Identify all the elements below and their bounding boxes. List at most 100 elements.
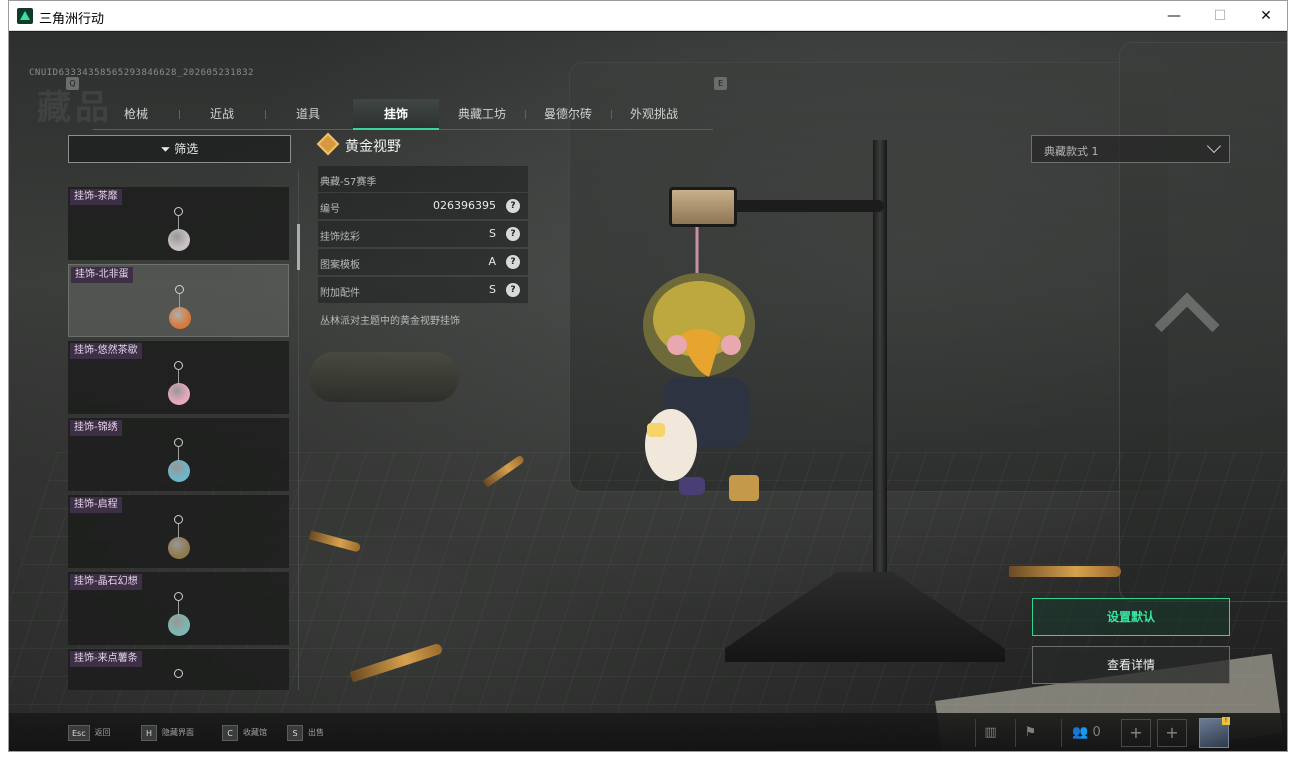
chevron-down-icon [1206,138,1222,154]
charm-thumbnail [166,207,192,257]
hint-collection-hall[interactable]: C 收藏馆 [222,725,267,741]
window-titlebar: 三角洲行动 — ☐ ✕ [9,1,1287,31]
charm-list: 挂饰-茶靡 挂饰-北非蛋 挂饰-悠然茶歇 挂饰-锦绣 挂饰-启程 挂饰-晶石幻想 [68,170,291,690]
list-item-label: 挂饰-锦绣 [70,420,122,436]
filter-label: 筛选 [174,142,199,156]
close-button[interactable]: ✕ [1243,1,1287,31]
detail-value: S [489,227,496,240]
detail-row-pattern: 图案模板 A ? [318,249,528,276]
detail-row-serial: 编号 026396395 ? [318,193,528,220]
help-icon[interactable]: ? [506,199,520,213]
charm-name-text: 黄金视野 [345,139,401,155]
hint-key: C [222,725,238,741]
charm-thumbnail [166,438,192,488]
list-item-label: 挂饰-茶靡 [70,189,122,205]
tab-charms[interactable]: 挂饰 [353,99,439,130]
grenade-decor [309,352,459,402]
detail-value: S [489,283,496,296]
detail-key: 编号 [320,204,340,215]
hint-label: 出售 [308,728,324,737]
prev-tab-key[interactable]: Q [66,77,79,90]
friends-count: 0 [1092,725,1101,740]
detail-row-color: 挂饰炫彩 S ? [318,221,528,248]
item-2-body [168,383,190,405]
flag-icon[interactable]: ⚑ [1015,719,1045,747]
detail-value: A [488,255,496,268]
item-3-body [168,460,190,482]
list-item[interactable]: 挂饰-来点薯条 [68,649,289,690]
friends-button[interactable]: 👥 0 [1061,719,1111,747]
hint-hide-ui[interactable]: H 隐藏界面 [141,725,194,741]
list-item[interactable]: 挂饰-悠然茶歇 [68,341,289,414]
hint-back[interactable]: Esc 返回 [68,725,111,741]
list-item[interactable]: 挂饰-晶石幻想 [68,572,289,645]
list-item-label: 挂饰-来点薯条 [70,651,142,667]
detail-key: 附加配件 [320,288,360,299]
category-tabs: 枪械 近战 道具 挂饰 典藏工坊 曼德尔砖 外观挑战 [93,99,713,130]
tab-guns[interactable]: 枪械 [93,99,179,130]
hint-sell[interactable]: S 出售 [287,725,324,741]
stats-icon[interactable]: ▥ [975,719,1005,747]
variant-dropdown[interactable]: 典藏款式 1 [1031,135,1230,163]
charm-thumbnail [166,361,192,411]
tab-mandel-brick[interactable]: 曼德尔砖 [525,99,611,130]
filter-icon: ⏷ [160,142,175,156]
detail-value: 026396395 [433,199,496,212]
charm-thumbnail [167,285,193,335]
hint-key: S [287,725,303,741]
set-default-button[interactable]: 设置默认 [1032,598,1230,636]
bottom-bar: Esc 返回 H 隐藏界面 C 收藏馆 S 出售 ▥ ⚑ 👥 0 + + ! [9,713,1287,751]
hint-key: Esc [68,725,90,741]
item-1-body [169,307,191,329]
game-window: 三角洲行动 — ☐ ✕ CNUID63334358565293846628_20… [8,0,1288,752]
detail-key: 挂饰炫彩 [320,232,360,243]
minimize-button[interactable]: — [1151,1,1197,31]
item-5-body [168,614,190,636]
list-item-label: 挂饰-北非蛋 [71,267,133,283]
maximize-button[interactable]: ☐ [1197,1,1243,31]
view-detail-button[interactable]: 查看详情 [1032,646,1230,684]
next-tab-key[interactable]: E [714,77,727,90]
variant-selected: 典藏款式 1 [1044,145,1099,158]
list-item[interactable]: 挂饰-启程 [68,495,289,568]
tab-workshop[interactable]: 典藏工坊 [439,99,525,130]
tab-items[interactable]: 道具 [265,99,351,130]
avatar[interactable]: ! [1199,717,1230,748]
detail-row-attachment: 附加配件 S ? [318,277,528,304]
list-item[interactable]: 挂饰-茶靡 [68,187,289,260]
rarity-diamond-icon [316,132,340,156]
list-item[interactable]: 挂饰-锦绣 [68,418,289,491]
hint-key: H [141,725,157,741]
help-icon[interactable]: ? [506,255,520,269]
series-row: 典藏-S7赛季 [318,166,528,193]
filter-button[interactable]: ⏷ 筛选 [68,135,291,163]
item-4-body [168,537,190,559]
player-uid: CNUID63334358565293846628_202605231832 [29,68,254,78]
list-item-label: 挂饰-启程 [70,497,122,513]
avatar-badge: ! [1222,717,1230,725]
list-scrollbar[interactable] [297,170,300,690]
scrollbar-thumb[interactable] [297,224,300,270]
hint-label: 隐藏界面 [162,728,194,737]
hint-label: 收藏馆 [243,728,267,737]
detail-key: 图案模板 [320,260,360,271]
tab-appearance-challenge[interactable]: 外观挑战 [611,99,697,130]
charm-thumbnail [166,592,192,642]
list-item-label: 挂饰-悠然茶歇 [70,343,142,359]
add-slot-button[interactable]: + [1157,719,1187,747]
hint-label: 返回 [94,728,111,737]
charm-description: 丛林派对主题中的黄金视野挂饰 [320,316,460,327]
help-icon[interactable]: ? [506,227,520,241]
list-item-label: 挂饰-晶石幻想 [70,574,142,590]
list-item[interactable]: 挂饰-北非蛋 [68,264,289,337]
tab-melee[interactable]: 近战 [179,99,265,130]
add-slot-button[interactable]: + [1121,719,1151,747]
series-text: 典藏-S7赛季 [320,177,377,188]
help-icon[interactable]: ? [506,283,520,297]
description-row: 丛林派对主题中的黄金视野挂饰 [318,305,528,332]
charm-name: 黄金视野 [316,132,528,162]
window-title: 三角洲行动 [39,12,105,27]
golden-vision-charm [643,227,759,501]
charm-clip [669,187,737,227]
app-logo-icon [17,8,33,24]
